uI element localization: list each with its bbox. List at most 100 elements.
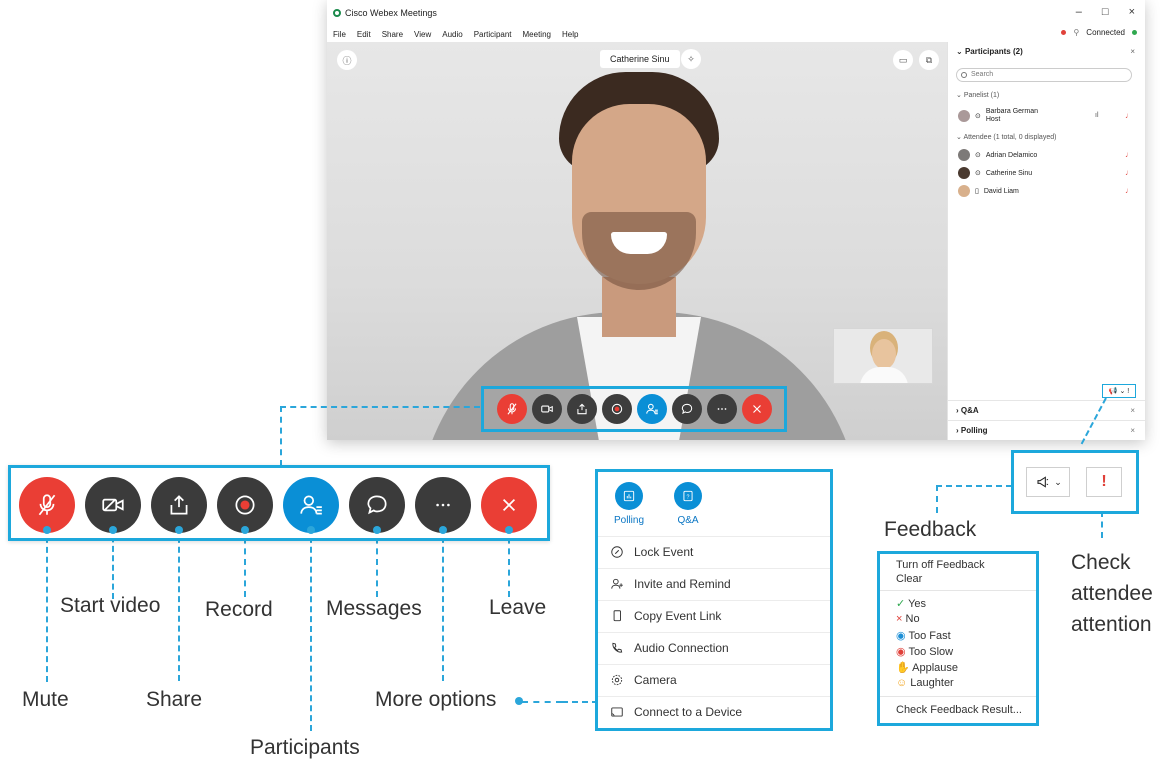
menu-share[interactable]: Share (382, 30, 403, 39)
feedback-too-slow[interactable]: ◉ Too Slow (896, 645, 953, 658)
muted-mic-icon: ♩ (1125, 168, 1133, 177)
feedback-mini-button[interactable]: 📢 ⌄ ! (1102, 384, 1136, 398)
feedback-button[interactable]: ⌄ (1026, 467, 1070, 497)
messages-button[interactable] (349, 477, 405, 533)
qa-label: Q&A (677, 515, 699, 526)
chat-icon (681, 403, 692, 415)
share-button[interactable] (151, 477, 207, 533)
pin-speaker-icon[interactable]: ✧ (681, 49, 701, 69)
avatar (958, 110, 970, 122)
lock-icon (611, 546, 623, 558)
menu-connect-device[interactable]: Connect to a Device (598, 696, 830, 727)
participant-row[interactable]: ⊙ Barbara German Host (958, 108, 1038, 124)
participants-panel-close-icon[interactable]: × (1130, 47, 1135, 56)
polling-shortcut[interactable]: Polling (614, 482, 644, 526)
participant-status-icon: ⊙ (975, 170, 981, 177)
cast-icon (611, 707, 623, 717)
muted-mic-icon: ♩ (1125, 111, 1133, 120)
maximize-button[interactable]: □ (1102, 6, 1109, 18)
mini-record-button[interactable] (601, 394, 632, 424)
more-options-button[interactable] (415, 477, 471, 533)
participants-search-input[interactable]: Search (956, 68, 1132, 82)
check-attention-button[interactable]: ! (1086, 467, 1122, 497)
menu-divider (880, 696, 1036, 697)
menu-camera[interactable]: Camera (598, 664, 830, 695)
participant-name: Barbara German (985, 108, 1039, 115)
participants-panel: ⌄ Participants (2) × Search ⌄ Panelist (… (947, 42, 1145, 440)
mini-leave-button[interactable] (741, 394, 772, 424)
check-feedback-result[interactable]: Check Feedback Result... (896, 704, 1022, 716)
menu-edit[interactable]: Edit (357, 30, 371, 39)
minimize-button[interactable]: – (1076, 6, 1082, 18)
menu-divider (880, 590, 1036, 591)
mini-video-button[interactable] (531, 394, 562, 424)
participant-info: Barbara German Host (986, 108, 1038, 124)
participants-icon (645, 403, 658, 415)
attendee-section-label: Attendee (1 total, 0 displayed) (963, 134, 1057, 141)
feedback-no[interactable]: × No (896, 613, 920, 625)
panelist-section[interactable]: ⌄ Panelist (1) (956, 91, 999, 99)
participant-row[interactable]: ⊙ Catherine Sinu (958, 167, 1032, 179)
menu-audio-connection[interactable]: Audio Connection (598, 632, 830, 663)
connector-line (936, 485, 938, 513)
record-button[interactable] (217, 477, 273, 533)
menu-help[interactable]: Help (562, 30, 578, 39)
avatar (958, 185, 970, 197)
laughter-icon: ☺ (896, 677, 908, 689)
fast-icon: ◉ (896, 630, 906, 642)
callout-check-line: Check (1071, 551, 1131, 574)
chat-icon (367, 495, 387, 515)
mini-more-button[interactable] (706, 394, 737, 424)
mini-mute-button[interactable] (496, 394, 527, 424)
menu-copy-link[interactable]: Copy Event Link (598, 600, 830, 631)
participant-row[interactable]: ⊙ Adrian Delamico (958, 149, 1037, 161)
polling-section-header[interactable]: › Polling × (948, 420, 1145, 440)
attendee-section[interactable]: ⌄ Attendee (1 total, 0 displayed) (956, 133, 1056, 141)
callout-check-attention: Check attendee attention (1071, 547, 1153, 640)
feedback-applause[interactable]: ✋ Applause (896, 661, 958, 674)
connection-status: ⚲ Connected (1061, 28, 1137, 37)
turn-off-feedback[interactable]: Turn off Feedback (896, 559, 985, 571)
popout-icon[interactable]: ⧉ (919, 50, 939, 70)
clear-feedback[interactable]: Clear (896, 573, 922, 585)
feedback-laughter[interactable]: ☺ Laughter (896, 677, 954, 689)
menu-invite-remind[interactable]: Invite and Remind (598, 568, 830, 599)
share-icon (170, 495, 188, 515)
callout-share: Share (146, 688, 203, 711)
participants-panel-title: ⌄ Participants (2) (956, 47, 1023, 56)
callout-more-options: More options (375, 688, 497, 711)
window-controls: – □ × (1076, 6, 1135, 18)
callout-feedback: Feedback (884, 518, 977, 541)
participants-button[interactable] (283, 477, 339, 533)
menu-audio[interactable]: Audio (442, 30, 462, 39)
layout-icon[interactable]: ▭ (893, 50, 913, 70)
qa-close-icon[interactable]: × (1130, 401, 1135, 421)
feedback-menu: Turn off Feedback Clear ✓ Yes × No ◉ Too… (877, 551, 1039, 726)
menu-view[interactable]: View (414, 30, 431, 39)
mini-share-button[interactable] (566, 394, 597, 424)
participant-row[interactable]: ▯ David Liam (958, 185, 1019, 197)
menu-lock-event[interactable]: Lock Event (598, 536, 830, 567)
mini-chat-button[interactable] (671, 394, 702, 424)
menu-meeting[interactable]: Meeting (523, 30, 551, 39)
feedback-option-label: Too Slow (908, 646, 954, 658)
mute-button[interactable] (19, 477, 75, 533)
leave-button[interactable] (481, 477, 537, 533)
qa-section-header[interactable]: › Q&A × (948, 400, 1145, 420)
callout-check-line: attention (1071, 613, 1152, 636)
feedback-yes[interactable]: ✓ Yes (896, 597, 926, 610)
feedback-too-fast[interactable]: ◉ Too Fast (896, 629, 951, 642)
menu-participant[interactable]: Participant (474, 30, 512, 39)
polling-close-icon[interactable]: × (1130, 421, 1135, 440)
start-video-button[interactable] (85, 477, 141, 533)
attention-icon: ! (1101, 473, 1107, 490)
connector-dot (241, 526, 249, 534)
qa-shortcut[interactable]: ? Q&A (674, 482, 702, 526)
avatar (958, 167, 970, 179)
info-icon[interactable]: ⓘ (337, 50, 357, 70)
close-window-button[interactable]: × (1129, 6, 1135, 18)
self-view[interactable] (833, 328, 933, 384)
connector-line (562, 701, 598, 703)
mini-participants-button[interactable] (636, 394, 667, 424)
menu-file[interactable]: File (333, 30, 346, 39)
